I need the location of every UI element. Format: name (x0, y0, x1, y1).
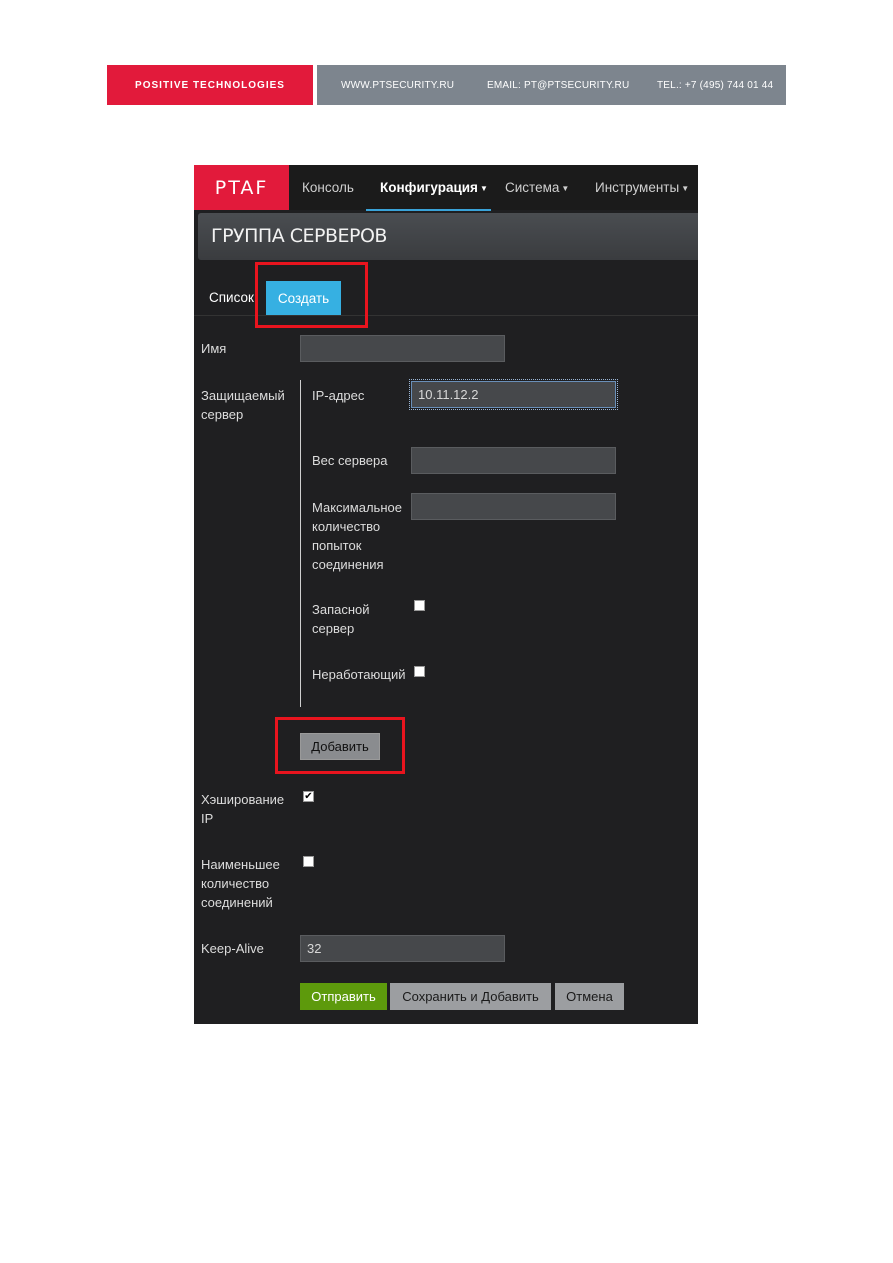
down-server-checkbox[interactable] (414, 666, 425, 677)
caret-down-icon: ▼ (561, 183, 570, 193)
ptaf-app-window: PTAF Консоль Конфигурация ▼ Система ▼ Инст… (194, 165, 698, 1024)
highlight-create-tab (255, 262, 368, 328)
nav-system-label: Система (505, 180, 560, 195)
protected-server-label: Защищаемый сервер (201, 388, 285, 422)
tab-list[interactable]: Список (209, 290, 254, 305)
document-header-banner: POSITIVE TECHNOLOGIES WWW.PTSECURITY.RU … (107, 65, 786, 105)
phone-text: TEL.: +7 (495) 744 01 44 (657, 79, 774, 91)
least-connections-label: Наименьшее количество соединений (201, 857, 280, 910)
nav-tools-label: Инструменты (595, 180, 680, 195)
checkmark-icon: ✔ (304, 791, 313, 802)
nav-console[interactable]: Консоль (302, 165, 354, 210)
contact-strip: WWW.PTSECURITY.RU EMAIL: PT@PTSECURITY.R… (317, 65, 786, 105)
backup-server-checkbox[interactable] (414, 600, 425, 611)
max-attempts-label: Максимальное количество попыток соединен… (312, 500, 402, 572)
save-and-add-button[interactable]: Сохранить и Добавить (390, 983, 551, 1010)
down-server-label: Неработающий (312, 667, 406, 682)
name-input[interactable] (300, 335, 505, 362)
nav-configuration[interactable]: Конфигурация ▼ (380, 165, 488, 210)
email-text: EMAIL: PT@PTSECURITY.RU (487, 79, 630, 91)
backup-server-label: Запасной сервер (312, 602, 370, 636)
website-link: WWW.PTSECURITY.RU (341, 79, 455, 91)
company-name: POSITIVE TECHNOLOGIES (107, 65, 313, 105)
name-label: Имя (201, 341, 227, 356)
ip-address-label: IP-адрес (312, 388, 365, 403)
ip-address-input[interactable]: 10.11.12.2 (409, 379, 618, 410)
ptaf-logo[interactable]: PTAF (194, 165, 289, 210)
caret-down-icon: ▼ (681, 183, 690, 193)
server-weight-label: Вес сервера (312, 453, 388, 468)
ip-hash-checkbox[interactable]: ✔ (303, 791, 314, 802)
least-connections-checkbox[interactable] (303, 856, 314, 867)
nav-configuration-label: Конфигурация (380, 180, 478, 195)
caret-down-icon: ▼ (479, 183, 488, 193)
server-group-divider (300, 380, 301, 707)
nav-tools[interactable]: Инструменты ▼ (595, 165, 689, 210)
max-attempts-input[interactable] (411, 493, 616, 520)
highlight-add-button (275, 717, 405, 774)
keepalive-input[interactable]: 32 (300, 935, 505, 962)
ip-hash-label: Хэширование IP (201, 792, 285, 826)
submit-button[interactable]: Отправить (300, 983, 387, 1010)
keepalive-label: Keep-Alive (201, 941, 264, 956)
nav-console-label: Консоль (302, 180, 354, 195)
page-title: ГРУППА СЕРВЕРОВ (198, 213, 698, 260)
cancel-button[interactable]: Отмена (555, 983, 624, 1010)
nav-system[interactable]: Система ▼ (505, 165, 569, 210)
active-nav-indicator (366, 209, 491, 211)
server-weight-input[interactable] (411, 447, 616, 474)
top-navbar: PTAF Консоль Конфигурация ▼ Система ▼ Инст… (194, 165, 698, 211)
